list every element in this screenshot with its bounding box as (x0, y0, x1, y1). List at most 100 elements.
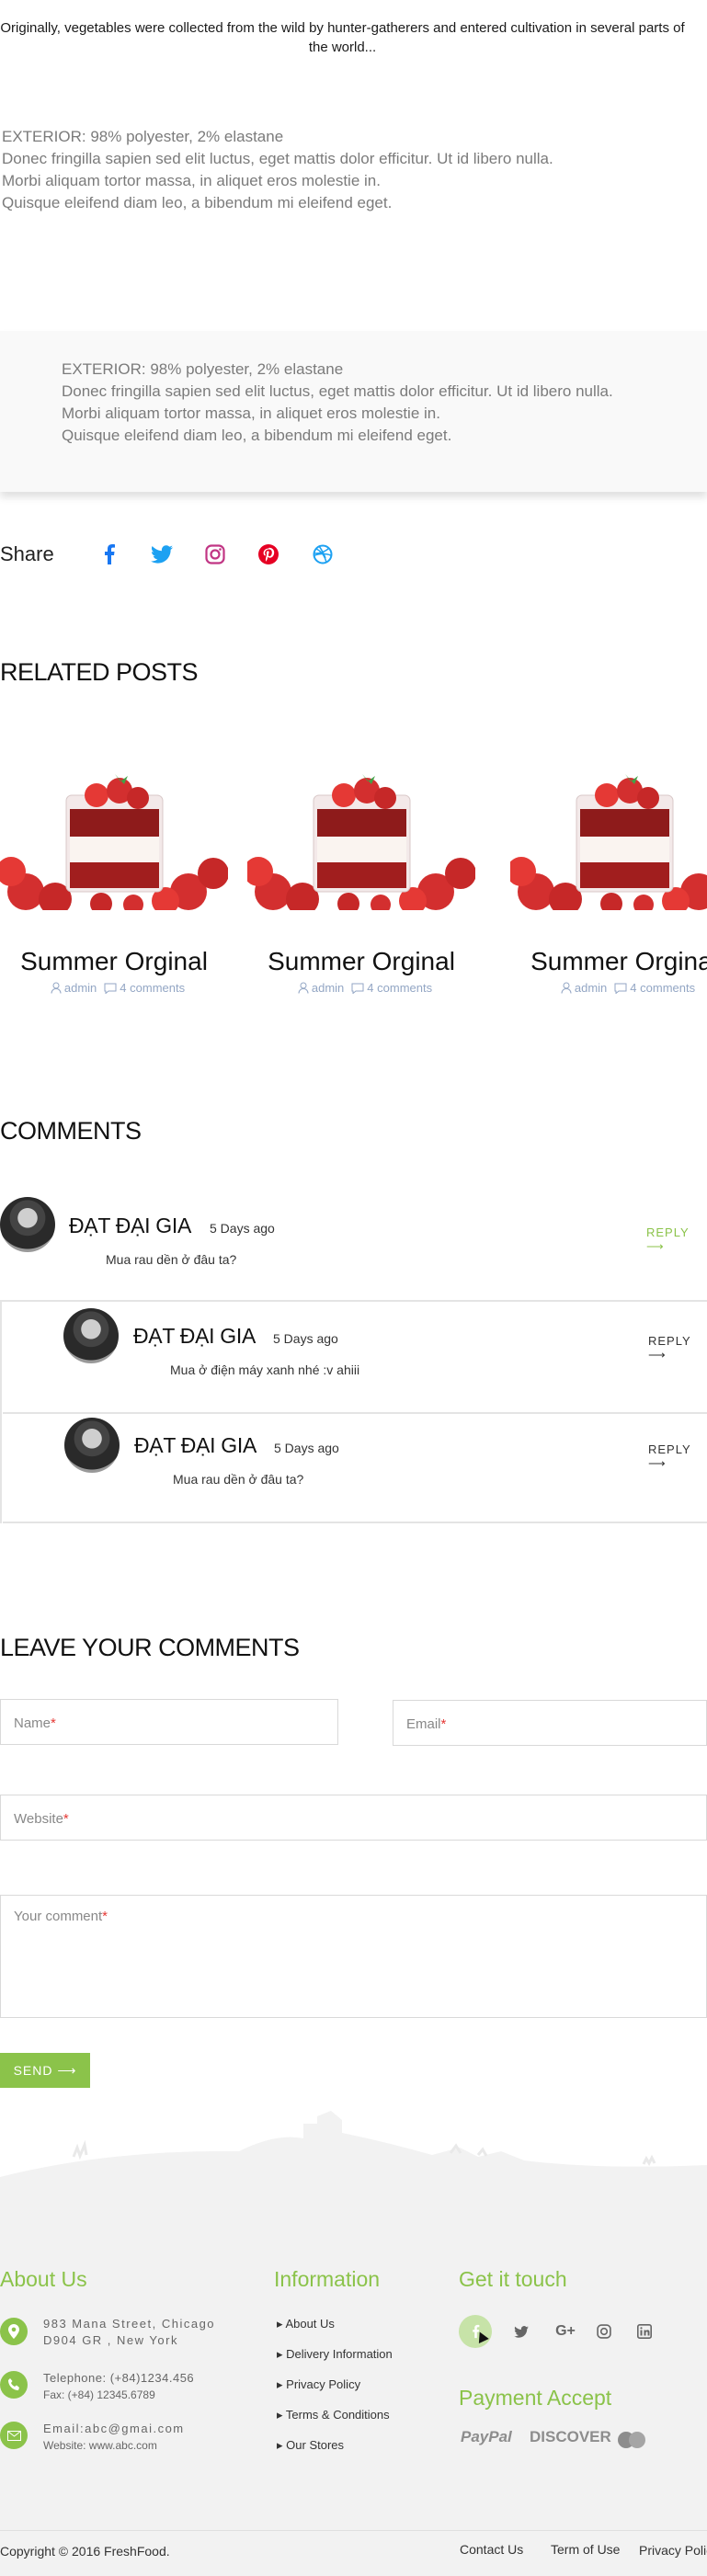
comment-date: 5 Days ago (273, 1331, 338, 1346)
footer-link-label: Terms & Conditions (285, 2408, 390, 2422)
comment-date: 5 Days ago (274, 1441, 339, 1455)
website-text[interactable]: Website: www.abc.com (43, 2437, 185, 2454)
address-line: D904 GR , New York (43, 2333, 178, 2347)
footer-link-label: Delivery Information (286, 2347, 393, 2361)
related-post-card[interactable]: Summer Orginal admin 4 comments (510, 754, 707, 995)
comment-author: ĐẠT ĐẠI GIA (133, 1324, 257, 1348)
contact-us-link[interactable]: Contact Us (460, 2542, 523, 2557)
post-author[interactable]: admin (312, 981, 344, 995)
location-icon (0, 2318, 28, 2345)
caret-right-icon: ▸ (277, 2377, 283, 2391)
mail-icon (0, 2422, 28, 2449)
address: 983 Mana Street, Chicago D904 GR , New Y… (43, 2316, 215, 2349)
footer-link[interactable]: ▸ Delivery Information (277, 2347, 393, 2362)
post-meta: admin 4 comments (0, 981, 228, 995)
reply-button[interactable]: REPLY ⟶ (648, 1334, 707, 1362)
post-comments[interactable]: 4 comments (367, 981, 432, 995)
footer-link[interactable]: ▸ Our Stores (277, 2438, 344, 2453)
email-block: Email:abc@gmai.com Website: www.abc.com (43, 2421, 185, 2454)
comment-textarea[interactable]: Your comment* (0, 1895, 707, 2018)
related-posts-title: RELATED POSTS (0, 658, 199, 686)
divider (3, 1412, 707, 1414)
avatar (0, 1197, 55, 1252)
copyright: Copyright © 2016 FreshFood. (0, 2544, 170, 2559)
comment-icon (351, 983, 364, 994)
phone-text[interactable]: Telephone: (+84)1234.456 (43, 2370, 194, 2387)
facebook-icon[interactable] (98, 543, 120, 565)
spec-line: EXTERIOR: 98% polyester, 2% elastane (2, 128, 284, 145)
related-post-card[interactable]: Summer Orginal admin 4 comments (244, 754, 476, 995)
pinterest-icon[interactable] (257, 543, 279, 565)
quote-spec-block: EXTERIOR: 98% polyester, 2% elastane Don… (62, 359, 705, 447)
post-meta: admin 4 comments (510, 981, 707, 995)
footer-payment-title: Payment Accept (459, 2386, 612, 2410)
comment-date: 5 Days ago (210, 1221, 275, 1236)
term-of-use-link[interactable]: Term of Use (551, 2542, 620, 2557)
reply-label: REPLY (648, 1442, 691, 1456)
footer-link[interactable]: ▸ About Us (277, 2317, 335, 2331)
arrow-right-icon: ⟶ (646, 1239, 665, 1253)
comment-label: Your comment (14, 1909, 103, 1924)
post-title[interactable]: Summer Orginal (0, 947, 228, 976)
footer-divider (0, 2530, 707, 2531)
linkedin-icon[interactable] (634, 2321, 655, 2342)
email-label: Email (406, 1716, 441, 1732)
footer-link[interactable]: ▸ Terms & Conditions (277, 2408, 390, 2422)
post-author[interactable]: admin (575, 981, 607, 995)
arrow-right-icon: ⟶ (648, 1348, 667, 1362)
post-author[interactable]: admin (64, 981, 97, 995)
website-field[interactable]: Website* (0, 1795, 707, 1841)
thread-line (0, 1300, 2, 1523)
paypal-icon: PayPal (461, 2428, 512, 2445)
footer-touch-title: Get it touch (459, 2267, 567, 2291)
footer-about-title: About Us (0, 2267, 87, 2291)
post-meta: admin 4 comments (247, 981, 475, 995)
fax-text: Fax: (+84) 12345.6789 (43, 2388, 155, 2401)
post-title[interactable]: Summer Orginal (247, 947, 475, 976)
footer-link-label: Privacy Policy (286, 2377, 361, 2391)
comment-text: Mua rau dền ở đâu ta? (106, 1252, 237, 1267)
post-title[interactable]: Summer Orginal (510, 947, 707, 976)
instagram-icon[interactable] (594, 2321, 614, 2342)
spec-line: Quisque eleifend diam leo, a bibendum mi… (2, 194, 393, 211)
arrow-right-icon: ⟶ (648, 1456, 667, 1470)
user-icon (51, 982, 62, 994)
google-plus-icon[interactable]: G+ (553, 2321, 578, 2342)
twitter-icon[interactable] (511, 2321, 531, 2342)
discover-icon: DISCOVER (530, 2428, 611, 2445)
post-comments[interactable]: 4 comments (630, 981, 695, 995)
dribbble-icon[interactable] (312, 543, 334, 565)
twitter-icon[interactable] (151, 543, 173, 565)
post-image[interactable] (0, 754, 229, 916)
spec-line: EXTERIOR: 98% polyester, 2% elastane (62, 360, 344, 378)
user-icon (561, 982, 572, 994)
spec-line: Morbi aliquam tortor massa, in aliquet e… (62, 405, 440, 422)
caret-right-icon: ▸ (277, 2408, 283, 2422)
phone-icon (0, 2371, 28, 2399)
privacy-policy-link[interactable]: Privacy Policy (639, 2543, 707, 2558)
comment-author: ĐẠT ĐẠI GIA (69, 1214, 192, 1237)
reply-button[interactable]: REPLY ⟶ (648, 1442, 707, 1471)
share-label: Share (0, 542, 54, 565)
spec-line: Quisque eleifend diam leo, a bibendum mi… (62, 427, 452, 444)
footer-link[interactable]: ▸ Privacy Policy (277, 2377, 360, 2392)
send-label: SEND (13, 2063, 53, 2078)
comment-icon (104, 983, 117, 994)
comment-icon (614, 983, 627, 994)
email-text[interactable]: Email:abc@gmai.com (43, 2421, 185, 2437)
post-comments[interactable]: 4 comments (120, 981, 185, 995)
spec-block: EXTERIOR: 98% polyester, 2% elastane Don… (2, 126, 645, 214)
name-field[interactable]: Name* (0, 1699, 338, 1745)
post-image[interactable] (510, 754, 707, 916)
footer-link-label: Our Stores (286, 2438, 345, 2452)
avatar (63, 1308, 119, 1363)
website-label: Website (14, 1811, 63, 1827)
caret-right-icon: ▸ (277, 2347, 283, 2361)
facebook-icon[interactable] (459, 2315, 492, 2348)
instagram-icon[interactable] (204, 543, 226, 565)
email-field[interactable]: Email* (393, 1700, 707, 1746)
reply-button[interactable]: REPLY ⟶ (646, 1225, 707, 1254)
caret-right-icon: ▸ (277, 2317, 283, 2331)
related-post-card[interactable]: Summer Orginal admin 4 comments (0, 754, 229, 995)
post-image[interactable] (244, 754, 476, 916)
